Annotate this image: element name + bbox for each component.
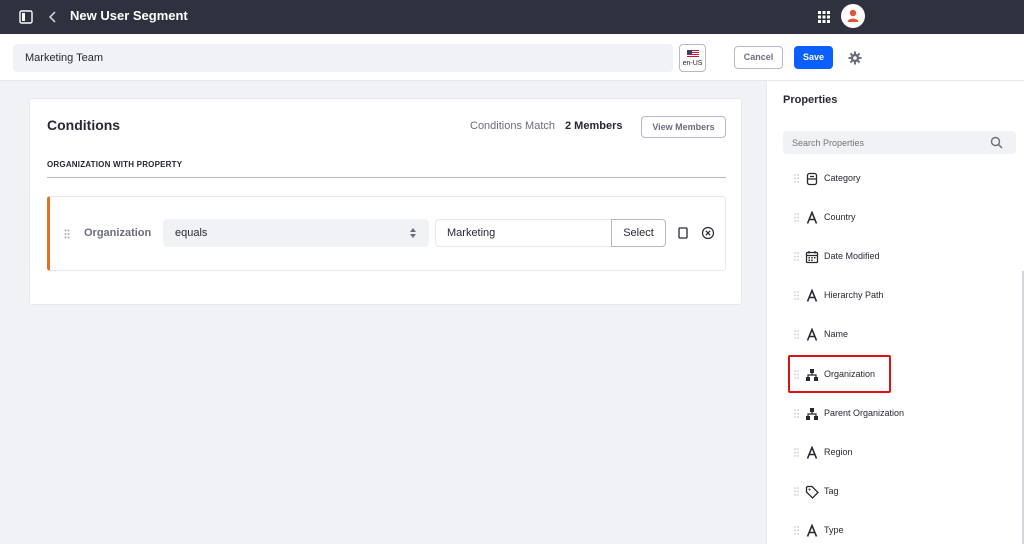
save-button[interactable]: Save (794, 46, 833, 69)
property-item-hierarchy-path[interactable]: Hierarchy Path (783, 286, 1003, 306)
categories-icon (806, 172, 818, 186)
section-heading: ORGANIZATION WITH PROPERTY (47, 160, 183, 169)
property-item-parent-organization[interactable]: Parent Organization (783, 404, 1003, 424)
conditions-match-label: Conditions Match (470, 120, 555, 132)
criterion-value-input[interactable] (435, 219, 613, 247)
criterion-property-label: Organization (84, 227, 152, 239)
property-item-country[interactable]: Country (783, 208, 1003, 228)
property-item-date-modified[interactable]: Date Modified (783, 247, 1003, 267)
text-icon (806, 289, 818, 302)
drag-handle-icon (794, 526, 799, 535)
select-button[interactable]: Select (611, 219, 666, 247)
properties-sidebar: Properties Category Country Date Modifie… (766, 81, 1024, 544)
section-divider (47, 177, 726, 178)
organizations-icon (806, 408, 818, 420)
search-icon[interactable] (990, 136, 1003, 149)
language-selector-button[interactable]: en-US (679, 44, 706, 72)
user-avatar-button[interactable] (841, 4, 865, 28)
caret-double-icon (410, 228, 416, 238)
property-item-name[interactable]: Name (783, 325, 1003, 345)
times-circle-icon[interactable] (701, 226, 715, 240)
drag-handle-icon (794, 291, 799, 300)
text-icon (806, 446, 818, 459)
tag-icon (805, 485, 819, 499)
members-count: 2 Members (565, 120, 623, 132)
property-item-label: Hierarchy Path (824, 290, 884, 300)
calendar-icon (805, 251, 819, 264)
property-item-region[interactable]: Region (783, 443, 1003, 463)
drag-handle-icon (794, 252, 799, 261)
properties-search-input[interactable] (783, 131, 1016, 154)
duplicate-icon[interactable] (677, 226, 689, 240)
property-item-label: Tag (824, 486, 839, 496)
sidebar-toggle-icon[interactable] (18, 9, 34, 25)
criterion-row: Organization equals Select (47, 196, 726, 271)
gear-icon[interactable] (848, 51, 862, 65)
property-item-label: Country (824, 212, 856, 222)
property-item-label: Name (824, 329, 849, 339)
drag-handle-icon (794, 213, 799, 222)
cancel-button[interactable]: Cancel (734, 46, 783, 69)
text-icon (806, 328, 818, 341)
drag-handle-icon (794, 448, 799, 457)
apps-grid-icon[interactable] (816, 9, 832, 25)
property-item-category[interactable]: Category (783, 169, 1003, 189)
us-flag-icon (687, 50, 699, 58)
segment-name-input[interactable] (13, 44, 673, 72)
property-item-type[interactable]: Type (783, 521, 1003, 541)
top-navigation-bar: New User Segment (0, 0, 1024, 34)
view-members-button[interactable]: View Members (641, 116, 726, 138)
page-title: New User Segment (70, 8, 188, 23)
property-item-tag[interactable]: Tag (783, 482, 1003, 502)
property-item-label: Category (824, 173, 861, 183)
operator-select[interactable]: equals (163, 219, 429, 247)
operator-value: equals (175, 227, 208, 239)
chevron-left-icon[interactable] (46, 9, 60, 25)
conditions-panel: Conditions Conditions Match 2 Members Vi… (29, 98, 742, 305)
properties-title: Properties (783, 94, 838, 106)
conditions-title: Conditions (47, 117, 121, 133)
highlight-box (788, 355, 891, 393)
drag-handle-icon (794, 409, 799, 418)
property-item-label: Type (824, 525, 844, 535)
text-icon (806, 524, 818, 537)
drag-handle-icon[interactable] (64, 229, 70, 239)
property-item-label: Region (824, 447, 853, 457)
drag-handle-icon (794, 174, 799, 183)
drag-handle-icon (794, 487, 799, 496)
segment-toolbar: en-US Cancel Save (0, 34, 1024, 81)
text-icon (806, 211, 818, 224)
language-label: en-US (682, 60, 703, 67)
property-item-label: Date Modified (824, 251, 880, 261)
property-item-label: Parent Organization (824, 408, 905, 418)
drag-handle-icon (794, 330, 799, 339)
user-avatar-icon (847, 9, 859, 22)
